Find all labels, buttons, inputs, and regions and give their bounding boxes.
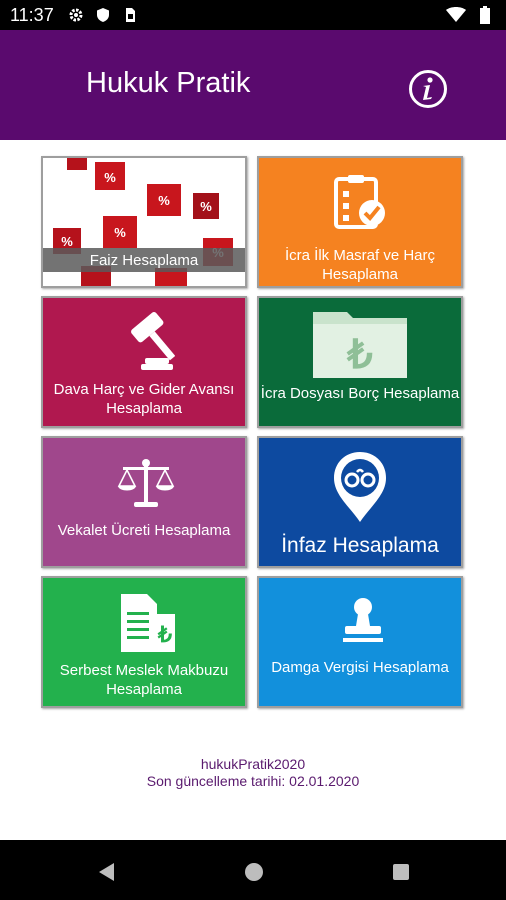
tile-serbest-meslek[interactable]: ₺ Serbest Meslek Makbuzu Hesaplama — [41, 576, 247, 708]
info-icon[interactable] — [408, 69, 448, 109]
gear-icon — [69, 8, 83, 22]
handcuffs-pin-icon — [334, 452, 386, 522]
scales-icon — [117, 459, 175, 507]
navigation-bar — [0, 840, 506, 900]
svg-text:₺: ₺ — [157, 622, 172, 647]
svg-text:₺: ₺ — [346, 333, 373, 377]
tile-label: Dava Harç ve Gider Avansı Hesaplama — [53, 381, 235, 417]
tile-damga-vergisi[interactable]: Damga Vergisi Hesaplama — [257, 576, 463, 708]
footer-app-name: hukukPratik2020 — [200, 756, 306, 772]
receipt-lira-icon: ₺ — [121, 594, 175, 652]
svg-text:%: % — [200, 199, 212, 214]
folder-lira-icon: ₺ — [313, 312, 407, 378]
tile-icra-dosyasi[interactable]: ₺ İcra Dosyası Borç Hesaplama — [257, 296, 463, 428]
wifi-icon — [446, 7, 466, 22]
shield-icon — [97, 8, 109, 22]
gavel-icon — [131, 312, 175, 370]
status-bar: 11:37 — [0, 0, 506, 30]
footer-last-update: Son güncelleme tarihi: 02.01.2020 — [146, 773, 360, 789]
tile-label: İnfaz Hesaplama — [281, 534, 439, 557]
svg-text:%: % — [114, 225, 126, 240]
footer: hukukPratik2020 Son güncelleme tarihi: 0… — [0, 756, 506, 790]
app-bar: Hukuk Pratik — [0, 30, 506, 140]
home-icon[interactable] — [242, 860, 266, 884]
clipboard-check-icon — [334, 175, 385, 229]
recents-icon[interactable] — [389, 860, 413, 884]
tile-label: Serbest Meslek Makbuzu Hesaplama — [59, 662, 229, 698]
sim-card-icon — [126, 8, 135, 22]
status-time: 11:37 — [10, 5, 54, 25]
tile-label: Faiz Hesaplama — [89, 252, 199, 269]
tile-label: Vekalet Ücreti Hesaplama — [57, 522, 231, 539]
tile-faiz-hesaplama[interactable]: % % % % % % Faiz Hesaplama — [41, 156, 247, 288]
svg-text:%: % — [158, 193, 170, 208]
tile-dava-harc[interactable]: Dava Harç ve Gider Avansı Hesaplama — [41, 296, 247, 428]
svg-text:%: % — [104, 170, 116, 185]
tile-icra-ilk-masraf[interactable]: İcra İlk Masraf ve Harç Hesaplama — [257, 156, 463, 288]
battery-icon — [480, 6, 490, 24]
svg-text:%: % — [61, 234, 73, 249]
stamp-icon — [343, 598, 383, 642]
tile-infaz[interactable]: İnfaz Hesaplama — [257, 436, 463, 568]
tile-label: Damga Vergisi Hesaplama — [271, 659, 449, 676]
tile-label: İcra İlk Masraf ve Harç Hesaplama — [284, 247, 436, 283]
tile-label: İcra Dosyası Borç Hesaplama — [260, 385, 460, 402]
app-title: Hukuk Pratik — [86, 67, 251, 99]
tile-vekalet[interactable]: Vekalet Ücreti Hesaplama — [41, 436, 247, 568]
back-icon[interactable] — [95, 860, 119, 884]
